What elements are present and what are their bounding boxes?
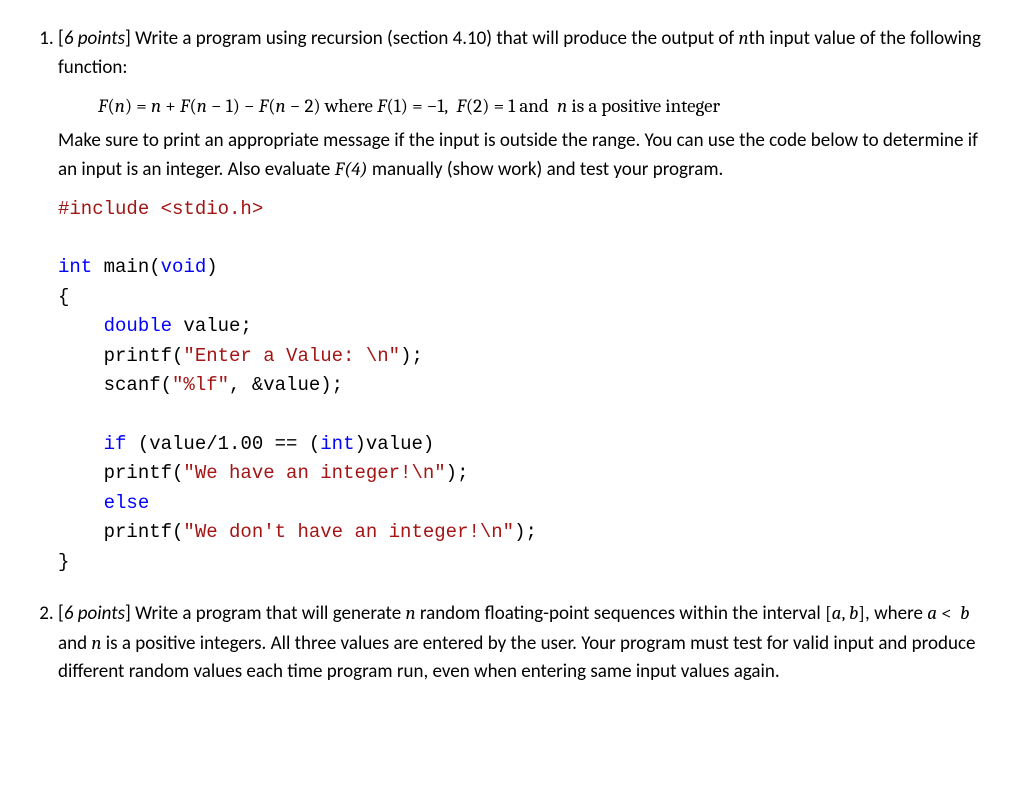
q2-text-c: , where [865, 602, 927, 625]
code-l3a: int [58, 256, 92, 278]
q1-para2-b: manually (show work) and test your progr… [368, 158, 724, 181]
q2-text-e: is a positive integers. All three values… [58, 632, 975, 684]
q1-code-block: #include <stdio.h> int main(void) { doub… [58, 195, 996, 578]
code-l4: { [58, 286, 69, 308]
code-l1a: #include [58, 198, 149, 220]
code-l9d: )value) [354, 433, 434, 455]
q1-prompt-a: Write a program using recursion (section… [135, 27, 738, 50]
code-l12b: "We don't have an integer!\n" [183, 521, 514, 543]
q2-n: n [405, 602, 415, 624]
q2-text-a: Write a program that will generate [135, 602, 405, 625]
code-l7c: , &value); [229, 374, 343, 396]
q2-interval: [a, b] [825, 602, 865, 624]
code-l10a: printf( [58, 462, 183, 484]
code-l1b: <stdio.h> [149, 198, 263, 220]
q2-text-b: random floating-point sequences within t… [416, 602, 825, 625]
q2-text-d: and [58, 632, 91, 655]
code-l5b: value; [172, 315, 252, 337]
code-l3b: main( [92, 256, 160, 278]
code-l10b: "We have an integer!\n" [183, 462, 445, 484]
q1-prompt: [6 points] Write a program using recursi… [58, 24, 996, 82]
code-l9a: if [58, 433, 126, 455]
code-l6b: "Enter a Value: \n" [183, 345, 400, 367]
code-l10c: ); [446, 462, 469, 484]
q1-nth-var: n [739, 27, 749, 49]
question-1: [6 points] Write a program using recursi… [58, 24, 996, 577]
code-l3c: void [161, 256, 207, 278]
q2-n2: n [91, 632, 101, 654]
code-l9b: (value/1.00 == ( [126, 433, 320, 455]
q2-points: 6 points [64, 602, 125, 625]
question-2: [6 points] Write a program that will gen… [58, 599, 996, 687]
code-l12c: ); [514, 521, 537, 543]
q1-points: 6 points [64, 27, 125, 50]
code-l5a: double [58, 315, 172, 337]
q1-para2-fx: F(4) [335, 158, 368, 180]
q2-cond: a < b [927, 602, 969, 624]
q1-formula: F(n) = n + F(n − 1) − F(n − 2) where F(1… [98, 92, 996, 121]
code-l11a: else [58, 492, 149, 514]
q1-para2: Make sure to print an appropriate messag… [58, 127, 996, 185]
code-l7a: scanf( [58, 374, 172, 396]
q2-text: [6 points] Write a program that will gen… [58, 599, 996, 687]
code-l6a: printf( [58, 345, 183, 367]
code-l13: } [58, 551, 69, 573]
code-l7b: "%lf" [172, 374, 229, 396]
code-l6c: ); [400, 345, 423, 367]
code-l12a: printf( [58, 521, 183, 543]
code-l9c: int [320, 433, 354, 455]
code-l3d: ) [206, 256, 217, 278]
